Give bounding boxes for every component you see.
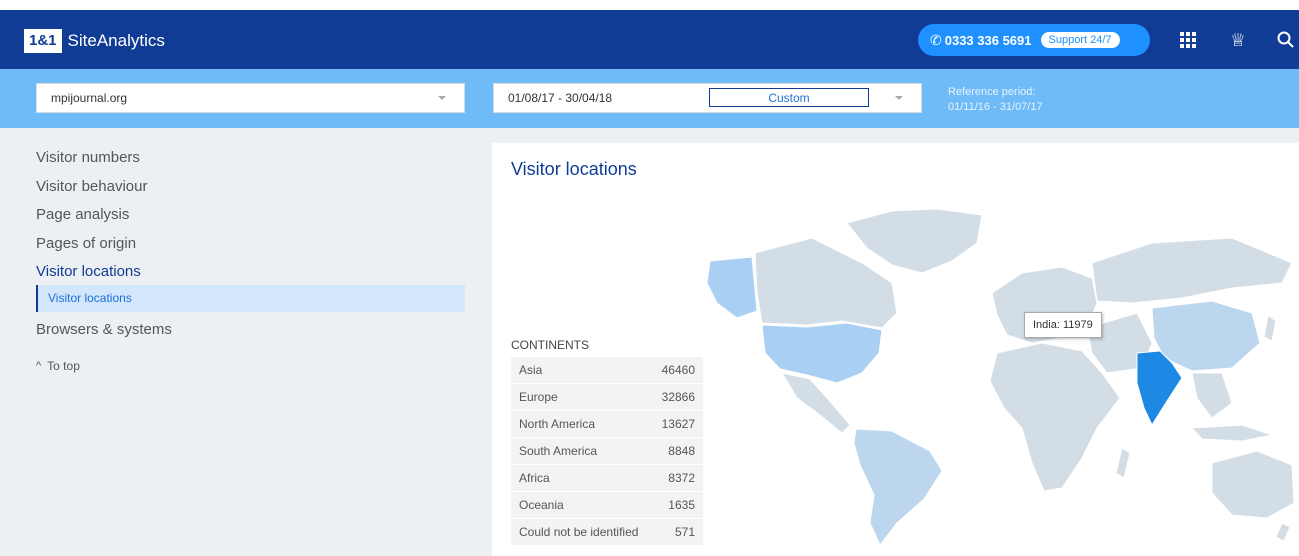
continent-name: South America: [519, 444, 598, 458]
continent-name: Asia: [519, 363, 543, 377]
grid-icon[interactable]: [1180, 32, 1196, 48]
continent-name: Oceania: [519, 498, 564, 512]
continents-table: CONTINENTS Asia 46460 Europe 32866 North…: [511, 333, 703, 546]
search-icon[interactable]: [1276, 30, 1296, 50]
table-row[interactable]: Could not be identified 571: [511, 519, 703, 546]
site-select-value: mpijournal.org: [51, 91, 128, 105]
continent-value: 13627: [661, 417, 695, 431]
continent-value: 32866: [661, 390, 695, 404]
date-range-value: 01/08/17 - 30/04/18: [508, 91, 613, 105]
brand[interactable]: 1&1 SiteAnalytics: [24, 29, 165, 53]
map-indonesia: [1190, 424, 1274, 442]
table-row[interactable]: South America 8848: [511, 438, 703, 465]
chevron-down-icon: [895, 96, 903, 100]
sidebar-item-visitor-numbers[interactable]: Visitor numbers: [36, 148, 466, 177]
brand-logo: 1&1: [24, 29, 62, 53]
phone-icon: ✆: [930, 31, 942, 48]
reference-period: Reference period: 01/11/16 - 31/07/17: [948, 85, 1043, 115]
table-row[interactable]: Oceania 1635: [511, 492, 703, 519]
map-russia: [1091, 237, 1293, 304]
to-top-label: To top: [47, 359, 80, 373]
map-usa: [761, 322, 883, 384]
custom-range-button[interactable]: Custom: [709, 88, 869, 107]
sidebar-subitem-visitor-locations[interactable]: Visitor locations: [36, 285, 465, 312]
continent-value: 8372: [668, 471, 695, 485]
continent-name: Europe: [519, 390, 558, 404]
top-header: 1&1 SiteAnalytics ✆ 0333 336 5691 Suppor…: [0, 10, 1299, 69]
sidebar-item-page-analysis[interactable]: Page analysis: [36, 205, 466, 234]
map-alaska: [706, 256, 758, 319]
map-australia: [1211, 450, 1295, 519]
continent-value: 571: [674, 525, 695, 539]
continent-name: Africa: [519, 471, 550, 485]
chevron-down-icon: [438, 96, 446, 100]
filter-bar: mpijournal.org 01/08/17 - 30/04/18 Custo…: [0, 69, 1299, 128]
map-madagascar: [1115, 447, 1131, 479]
sidebar-item-pages-of-origin[interactable]: Pages of origin: [36, 234, 466, 263]
site-select[interactable]: mpijournal.org: [36, 83, 465, 113]
continents-table-title: CONTINENTS: [511, 338, 589, 352]
map-greenland: [846, 208, 983, 274]
continent-value: 46460: [661, 363, 695, 377]
app-name: SiteAnalytics: [67, 31, 165, 50]
support-badge: Support 24/7: [1040, 32, 1120, 48]
reference-range: 01/11/16 - 31/07/17: [948, 101, 1043, 113]
reference-label: Reference period:: [948, 86, 1036, 98]
table-row[interactable]: North America 13627: [511, 411, 703, 438]
continent-name: Could not be identified: [519, 525, 639, 539]
phone-number: 0333 336 5691: [944, 32, 1032, 48]
support-phone-button[interactable]: ✆ 0333 336 5691 Support 24/7: [918, 24, 1150, 56]
date-range-select[interactable]: 01/08/17 - 30/04/18 Custom: [493, 83, 922, 113]
to-top-link[interactable]: ^ To top: [36, 359, 80, 373]
map-new-zealand: [1275, 522, 1291, 542]
sidebar-item-visitor-behaviour[interactable]: Visitor behaviour: [36, 177, 466, 206]
table-row[interactable]: Asia 46460: [511, 357, 703, 384]
continent-value: 1635: [668, 498, 695, 512]
map-southeast-asia: [1191, 372, 1233, 419]
panel-title: Visitor locations: [511, 159, 637, 179]
sidebar: Visitor numbers Visitor behaviour Page a…: [36, 148, 466, 373]
continent-value: 8848: [668, 444, 695, 458]
map-africa: [989, 342, 1121, 492]
map-tooltip: India: 11979: [1024, 312, 1102, 338]
map-south-america: [853, 428, 943, 546]
table-row[interactable]: Africa 8372: [511, 465, 703, 492]
visitor-locations-panel: Visitor locations CONTINENTS Asia 46460 …: [492, 143, 1299, 556]
map-japan: [1263, 314, 1277, 342]
continent-name: North America: [519, 417, 596, 431]
chevron-up-icon: ^: [36, 360, 42, 372]
table-row[interactable]: Europe 32866: [511, 384, 703, 411]
crown-icon[interactable]: ♕: [1228, 30, 1248, 50]
sidebar-item-browsers-systems[interactable]: Browsers & systems: [36, 320, 172, 349]
top-strip: [0, 0, 1299, 10]
